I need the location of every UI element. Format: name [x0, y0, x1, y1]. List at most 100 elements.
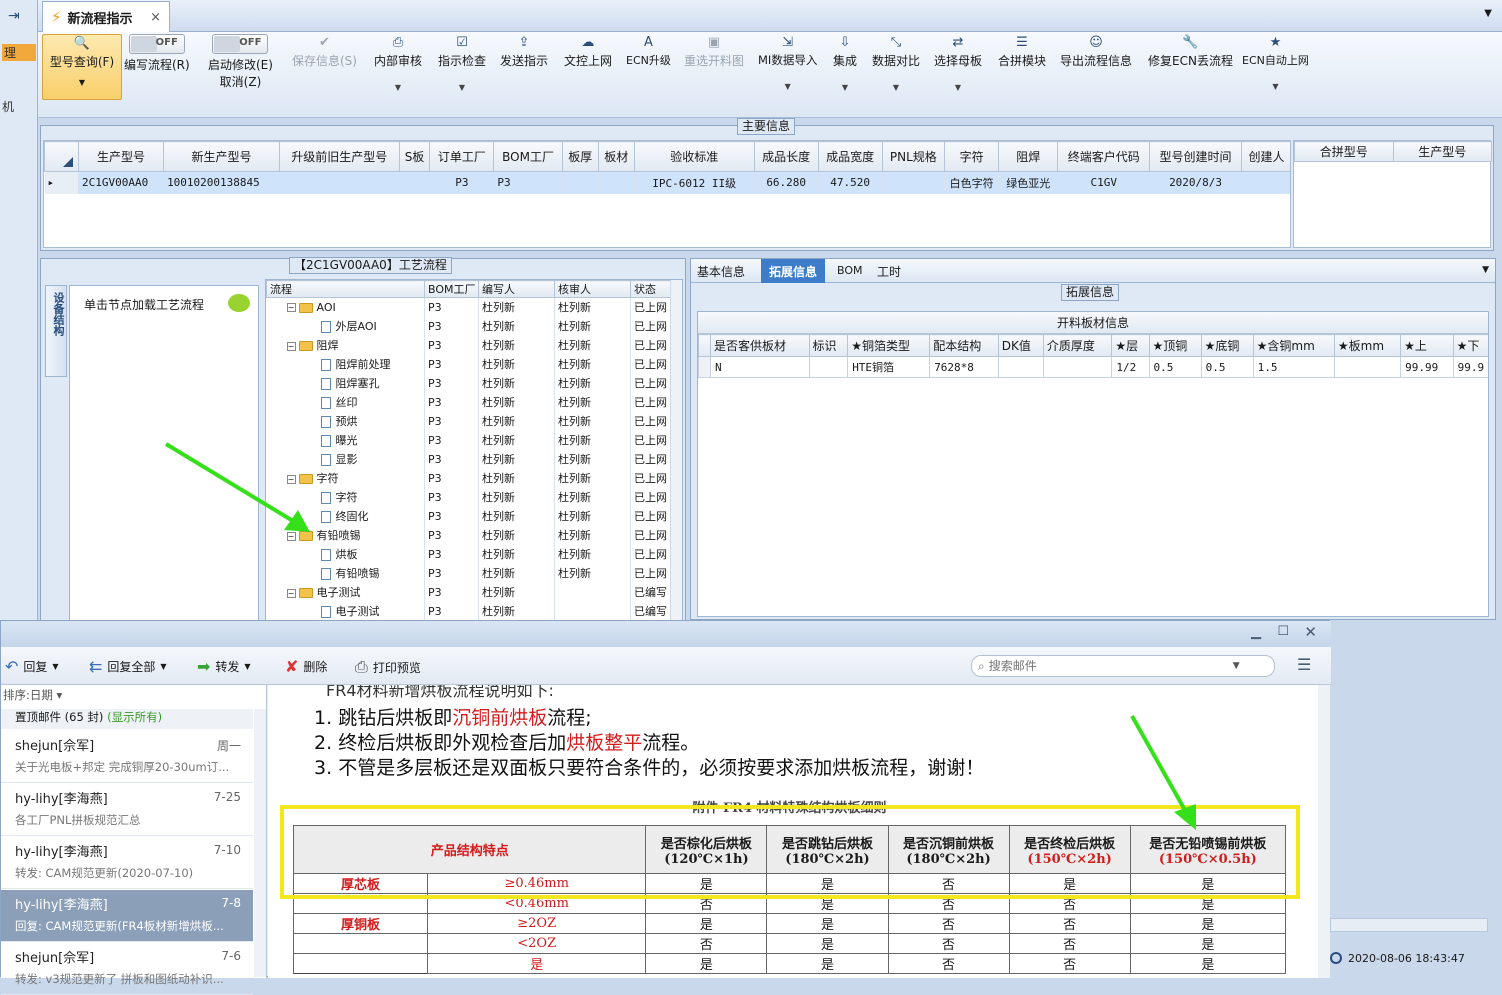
cell-reviewer[interactable]: 杜列新 [554, 354, 631, 374]
cell[interactable] [598, 171, 635, 194]
col-header[interactable]: ★板mm [1333, 334, 1402, 357]
sort-selector[interactable]: 排序:日期 ▾ [1, 687, 253, 707]
cell-writer[interactable]: 杜列新 [478, 297, 555, 317]
cell-writer[interactable]: 杜列新 [478, 392, 555, 412]
cell-writer[interactable]: 杜列新 [478, 430, 555, 450]
table-row[interactable]: N HTE铜箔 7628*8 1/2 0.5 0.5 1.5 99.99 99.… [698, 356, 1488, 378]
toggle-switch[interactable]: OFF [128, 34, 185, 54]
list-item[interactable]: hy-lihy[李海燕] 7-10 转发: CAM规范更新(2020-07-10) [1, 837, 253, 889]
col-header[interactable]: 验收标准 [633, 141, 755, 172]
vertical-scrollbar[interactable] [254, 709, 266, 977]
col-header[interactable]: S板 [398, 141, 431, 172]
edit-flow-toggle[interactable]: OFF 编写流程(R) [124, 34, 190, 73]
tree-row[interactable]: 有铅喷锡 P3 杜列新 杜列新 已上网 [266, 563, 677, 583]
cell-reviewer[interactable]: 杜列新 [554, 449, 631, 469]
cell-bom[interactable]: P3 [424, 449, 479, 469]
col-header[interactable]: 合拼型号 [1294, 141, 1394, 162]
cell-bom[interactable]: P3 [424, 487, 479, 507]
col-header[interactable]: ★上 [1400, 334, 1454, 357]
cell-bom[interactable]: P3 [424, 316, 479, 336]
col-header[interactable]: ★下 [1452, 334, 1488, 357]
cell-reviewer[interactable]: 杜列新 [554, 525, 631, 545]
upload-button[interactable]: ☁ 文控上网 [564, 34, 612, 69]
tree-row[interactable]: 预烘 P3 杜列新 杜列新 已上网 [266, 411, 677, 431]
cell-bom[interactable]: P3 [424, 392, 479, 412]
cell[interactable] [1042, 356, 1113, 378]
cell-reviewer[interactable]: 杜列新 [554, 297, 631, 317]
list-item[interactable]: hy-lihy[李海燕] 7-25 各工厂PNL拼板规范汇总 [1, 784, 253, 836]
cell-reviewer[interactable]: 杜列新 [554, 373, 631, 393]
reselect-button[interactable]: ▣ 重选开料图 [684, 34, 744, 69]
tree-row[interactable]: 显影 P3 杜列新 杜列新 已上网 [266, 449, 677, 469]
tree-node[interactable]: 外层AOI [266, 316, 425, 336]
ecn-auto-button[interactable]: ★ ECN自动上网 ▼ [1242, 34, 1309, 91]
tree-row[interactable]: 阻焊塞孔 P3 杜列新 杜列新 已上网 [266, 373, 677, 393]
internal-review-button[interactable]: ⎙ 内部审核 ▼ [374, 34, 422, 92]
cell[interactable]: 2020/8/3 [1149, 171, 1242, 194]
search-input[interactable] [988, 659, 1229, 673]
cell-bom[interactable]: P3 [424, 525, 479, 545]
col-header[interactable]: 型号创建时间 [1149, 141, 1242, 172]
cell-reviewer[interactable]: 杜列新 [554, 468, 631, 488]
cell-writer[interactable]: 杜列新 [478, 544, 555, 564]
tree-node[interactable]: 预烘 [266, 411, 425, 431]
cell-writer[interactable]: 杜列新 [478, 354, 555, 374]
horizontal-scrollbar[interactable] [1330, 918, 1488, 932]
cell-bom[interactable]: P3 [424, 373, 479, 393]
tab-work-hours[interactable]: 工时 [877, 263, 901, 280]
cell-reviewer[interactable]: 杜列新 [554, 411, 631, 431]
vertical-scrollbar[interactable] [1318, 685, 1330, 978]
col-header[interactable]: 升级前旧生产型号 [278, 141, 400, 172]
maximize-icon[interactable]: ☐ [1277, 624, 1289, 639]
col-header[interactable]: 创建人 [1240, 141, 1290, 172]
tree-node[interactable]: 曝光 [266, 430, 425, 450]
tree-node[interactable]: 烘板 [266, 544, 425, 564]
cell-reviewer[interactable]: 杜列新 [554, 316, 631, 336]
tree-node[interactable]: 有铅喷锡 [266, 563, 425, 583]
cell-writer[interactable]: 杜列新 [478, 316, 555, 336]
cell[interactable]: 47.520 [818, 171, 883, 194]
tree-row[interactable]: 外层AOI P3 杜列新 杜列新 已上网 [266, 316, 677, 336]
list-item[interactable]: shejun[佘军] 周一 关于光电板+邦定 完成铜厚20-30um订... [1, 731, 253, 783]
tree-node[interactable]: 电子测试 [266, 601, 425, 621]
cell-bom[interactable]: P3 [424, 430, 479, 450]
tree-row[interactable]: 字符 P3 杜列新 杜列新 已上网 [266, 487, 677, 507]
reply-all-button[interactable]: ⇇ 回复全部 ▼ [89, 657, 167, 676]
col-header[interactable]: 成品长度 [753, 141, 819, 172]
cell[interactable] [1241, 171, 1290, 194]
tree-row[interactable]: 终固化 P3 杜列新 杜列新 已上网 [266, 506, 677, 526]
cell[interactable]: P3 [493, 171, 563, 194]
tree-node[interactable]: 阻焊前处理 [266, 354, 425, 374]
integrate-button[interactable]: ⇩ 集成 ▼ [833, 34, 857, 92]
cell-bom[interactable]: P3 [424, 411, 479, 431]
tree-row[interactable]: 曝光 P3 杜列新 杜列新 已上网 [266, 430, 677, 450]
tree-row[interactable]: − 有铅喷锡 P3 杜列新 杜列新 已上网 [266, 525, 677, 545]
export-button[interactable]: ☺ 导出流程信息 [1060, 34, 1132, 69]
cell[interactable]: 7628*8 [929, 356, 999, 378]
left-nav-item[interactable]: 理 [2, 44, 36, 61]
cell[interactable]: P3 [429, 171, 495, 194]
tree-row[interactable]: − AOI P3 杜列新 杜列新 已上网 [266, 297, 677, 317]
col-header[interactable]: 成品宽度 [817, 141, 883, 172]
cell[interactable]: 1/2 [1111, 356, 1150, 378]
tree-row[interactable]: 电子测试 P3 杜列新 已编写 [266, 601, 677, 621]
cell-bom[interactable]: P3 [424, 506, 479, 526]
cell-reviewer[interactable]: 杜列新 [554, 487, 631, 507]
cell-writer[interactable]: 杜列新 [478, 411, 555, 431]
delete-button[interactable]: ✘ 删除 [285, 657, 327, 676]
chevron-down-icon[interactable]: ▼ [1233, 661, 1240, 671]
list-item[interactable]: hy-lihy[李海燕] 7-8 回复: CAM规范更新(FR4板材新增烘板... [1, 890, 253, 942]
tree-row[interactable]: − 字符 P3 杜列新 杜列新 已上网 [266, 468, 677, 488]
col-header[interactable]: ★层 [1111, 334, 1150, 357]
tree-node[interactable]: 终固化 [266, 506, 425, 526]
chevron-down-icon[interactable]: ▼ [1482, 265, 1489, 275]
collapse-icon[interactable]: − [286, 474, 296, 484]
sign-in-icon[interactable]: ⇥ [8, 8, 20, 24]
cell-bom[interactable]: P3 [424, 468, 479, 488]
cell-writer[interactable]: 杜列新 [478, 468, 555, 488]
start-modify-toggle[interactable]: OFF 启动修改(E) 取消(Z) [208, 34, 273, 90]
cell-bom[interactable]: P3 [424, 354, 479, 374]
cell[interactable] [562, 171, 599, 194]
send-button[interactable]: ⇪ 发送指示 [500, 34, 548, 69]
cell[interactable]: 绿色亚光 [998, 171, 1059, 194]
